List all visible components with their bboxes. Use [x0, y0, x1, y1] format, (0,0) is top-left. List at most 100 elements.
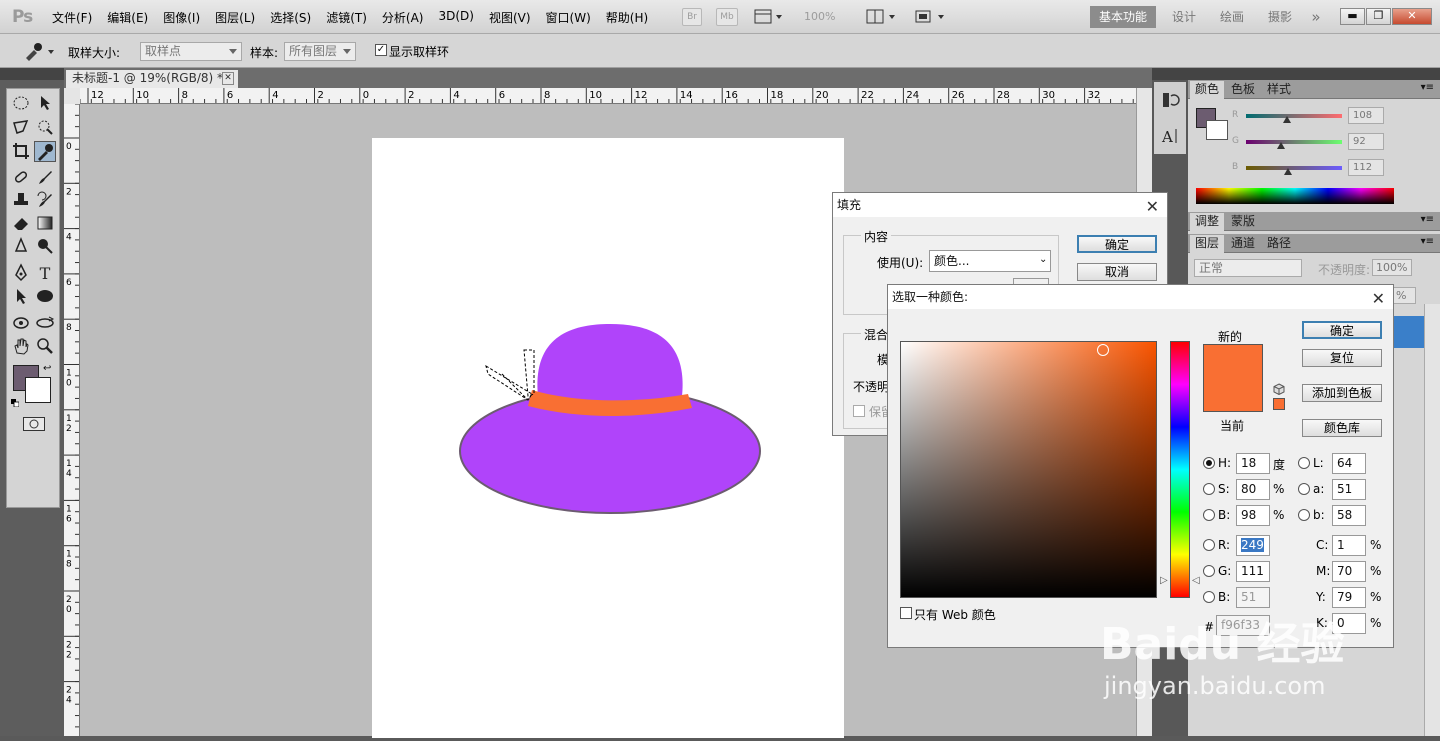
color-field[interactable] [900, 341, 1157, 598]
zoom-tool-icon[interactable] [34, 336, 56, 357]
tab-swatches[interactable]: 色板 [1226, 81, 1260, 99]
field-s[interactable]: 80 [1236, 479, 1270, 500]
eyedropper-preset-icon[interactable] [22, 41, 56, 61]
workspace-painting[interactable]: 绘画 [1212, 6, 1252, 28]
radio-h[interactable] [1203, 457, 1215, 469]
field-y[interactable]: 79 [1332, 587, 1366, 608]
field-brightness[interactable]: 98 [1236, 505, 1270, 526]
radio-r[interactable] [1203, 539, 1215, 551]
radio-s[interactable] [1203, 483, 1215, 495]
healing-brush-icon[interactable] [10, 167, 32, 188]
channel-r-value[interactable]: 108 [1348, 107, 1384, 124]
radio-brightness[interactable] [1203, 509, 1215, 521]
channel-r-marker-icon[interactable] [1282, 116, 1291, 123]
close-tab-icon[interactable]: ✕ [222, 72, 234, 85]
channel-b-marker-icon[interactable] [1284, 168, 1293, 175]
3d-orbit-icon[interactable] [34, 313, 56, 334]
path-select-icon[interactable] [10, 286, 32, 307]
fill-cancel-button[interactable]: 取消 [1077, 263, 1157, 281]
marquee-tool-icon[interactable] [10, 93, 32, 114]
tab-adjustments[interactable]: 调整 [1190, 213, 1225, 231]
zoom-level[interactable]: 100% [804, 10, 835, 23]
radio-lab-l[interactable] [1298, 457, 1310, 469]
adjust-panel-menu-icon[interactable]: ▾≡ [1421, 214, 1434, 225]
menu-view[interactable]: 视图(V) [489, 9, 531, 26]
background-color-swatch[interactable] [25, 377, 51, 403]
hue-slider[interactable] [1170, 341, 1190, 598]
fill-dialog-close-icon[interactable]: ✕ [1146, 195, 1159, 219]
sample-size-select[interactable]: 取样点 [140, 42, 242, 61]
tab-masks[interactable]: 蒙版 [1226, 213, 1260, 231]
hand-tool-icon[interactable] [10, 336, 32, 357]
close-window-icon[interactable]: ✕ [1392, 8, 1432, 25]
menu-file[interactable]: 文件(F) [52, 9, 92, 26]
menu-layer[interactable]: 图层(L) [215, 9, 255, 26]
radio-lab-b[interactable] [1298, 509, 1310, 521]
vertical-ruler[interactable]: 024681012141618202224 [64, 104, 80, 736]
out-of-gamut-cube-icon[interactable] [1273, 383, 1285, 396]
web-safe-swatch[interactable] [1273, 398, 1285, 410]
tab-color[interactable]: 颜色 [1190, 81, 1225, 99]
field-lab-l[interactable]: 64 [1332, 453, 1366, 474]
horizontal-ruler[interactable]: 12 10 8 6 4 2 0 2 4 6 8 10 12 14 16 18 20 22 24 26 28 30 32 [80, 88, 1136, 104]
tab-channels[interactable]: 通道 [1226, 235, 1260, 253]
tab-paths[interactable]: 路径 [1262, 235, 1296, 253]
channel-b-value[interactable]: 112 [1348, 159, 1384, 176]
move-tool-icon[interactable] [34, 93, 56, 114]
more-workspaces-icon[interactable]: » [1304, 6, 1328, 28]
workspace-essentials[interactable]: 基本功能 [1090, 6, 1156, 28]
mini-bridge-button[interactable]: Mb [716, 8, 738, 26]
layers-scrollbar[interactable] [1424, 304, 1440, 736]
dodge-tool-icon[interactable] [34, 236, 56, 257]
menu-3d[interactable]: 3D(D) [438, 9, 473, 26]
blur-tool-icon[interactable] [10, 236, 32, 257]
workspace-photography[interactable]: 摄影 [1260, 6, 1300, 28]
opacity-value[interactable]: 100% [1372, 259, 1412, 276]
fill-ok-button[interactable]: 确定 [1077, 235, 1157, 253]
character-panel-icon[interactable]: A [1160, 126, 1180, 146]
color-field-marker[interactable] [1097, 344, 1109, 356]
menu-select[interactable]: 选择(S) [270, 9, 311, 26]
menu-image[interactable]: 图像(I) [163, 9, 200, 26]
blend-mode-select[interactable]: 正常 [1194, 259, 1302, 277]
quick-mask-icon[interactable] [23, 417, 45, 431]
document-canvas[interactable] [372, 138, 844, 738]
picker-reset-button[interactable]: 复位 [1302, 349, 1382, 367]
pen-tool-icon[interactable] [10, 263, 32, 284]
gradient-tool-icon[interactable] [34, 213, 56, 234]
field-h[interactable]: 18 [1236, 453, 1270, 474]
add-to-swatches-button[interactable]: 添加到色板 [1302, 384, 1382, 402]
color-picker-close-icon[interactable]: ✕ [1372, 287, 1385, 311]
menu-filter[interactable]: 滤镜(T) [326, 9, 367, 26]
layers-panel-menu-icon[interactable]: ▾≡ [1421, 236, 1434, 247]
color-spectrum-bar[interactable] [1196, 188, 1394, 204]
menu-analysis[interactable]: 分析(A) [382, 9, 424, 26]
hue-slider-right-arrow-icon[interactable]: ◁ [1192, 575, 1200, 586]
lasso-tool-icon[interactable] [10, 117, 32, 138]
history-panel-icon[interactable] [1160, 90, 1180, 110]
quick-select-icon[interactable] [34, 117, 56, 138]
screen-mode-icon[interactable] [914, 9, 948, 25]
radio-g[interactable] [1203, 565, 1215, 577]
color-panel-menu-icon[interactable]: ▾≡ [1421, 82, 1434, 93]
menu-window[interactable]: 窗口(W) [546, 9, 591, 26]
web-colors-checkbox[interactable] [900, 607, 912, 619]
eyedropper-tool-icon[interactable] [34, 141, 56, 162]
show-ring-checkbox[interactable]: ✓ [375, 44, 387, 56]
shape-tool-icon[interactable] [34, 286, 56, 307]
fill-value[interactable]: % [1392, 287, 1416, 304]
field-lab-a[interactable]: 51 [1332, 479, 1366, 500]
radio-b[interactable] [1203, 591, 1215, 603]
minimize-icon[interactable]: ▬ [1340, 8, 1365, 25]
picker-ok-button[interactable]: 确定 [1302, 321, 1382, 339]
history-brush-icon[interactable] [34, 190, 56, 211]
channel-g-marker-icon[interactable] [1276, 142, 1285, 149]
type-tool-icon[interactable]: T [34, 263, 56, 284]
view-extras-icon[interactable] [754, 9, 784, 25]
fill-use-dropdown-icon[interactable]: ⌄ [1039, 254, 1047, 265]
fill-use-select[interactable]: 颜色... [929, 250, 1051, 272]
arrange-docs-icon[interactable] [866, 9, 900, 25]
stamp-tool-icon[interactable] [10, 190, 32, 211]
field-m[interactable]: 70 [1332, 561, 1366, 582]
3d-rotate-icon[interactable] [10, 313, 32, 334]
